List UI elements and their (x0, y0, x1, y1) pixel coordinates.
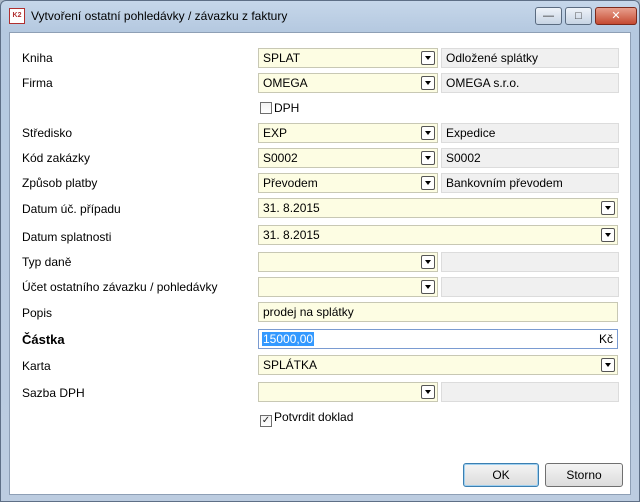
stredisko-value: EXP (263, 126, 288, 140)
maximize-button[interactable]: □ (565, 7, 592, 25)
firma-label: Firma (22, 76, 53, 90)
datum-uc-pripadu-value: 31. 8.2015 (263, 201, 320, 215)
dropdown-arrow-icon[interactable] (601, 201, 615, 215)
popis-input[interactable]: prodej na splátky (258, 302, 618, 322)
kniha-value: SPLAT (263, 51, 301, 65)
dph-checkbox[interactable]: DPH (260, 101, 299, 117)
ucet-label: Účet ostatního závazku / pohledávky (22, 280, 218, 294)
dropdown-arrow-icon[interactable] (421, 176, 435, 190)
checkbox-icon[interactable] (260, 102, 272, 114)
typ-dane-description (441, 252, 619, 272)
typ-dane-combo[interactable] (258, 252, 438, 272)
zpusob-platby-combo[interactable]: Převodem (258, 173, 438, 193)
castka-value: 15000,00 (262, 332, 315, 346)
checkmark-icon[interactable]: ✓ (260, 415, 272, 427)
firma-description: OMEGA s.r.o. (441, 73, 619, 93)
zpusob-platby-value: Převodem (263, 176, 318, 190)
kniha-combo[interactable]: SPLAT (258, 48, 438, 68)
kod-zakazky-label: Kód zakázky (22, 151, 91, 165)
dropdown-arrow-icon[interactable] (421, 151, 435, 165)
dropdown-arrow-icon[interactable] (421, 126, 435, 140)
zpusob-platby-description: Bankovním převodem (441, 173, 619, 193)
kod-zakazky-combo[interactable]: S0002 (258, 148, 438, 168)
dropdown-arrow-icon[interactable] (421, 76, 435, 90)
castka-label: Částka (22, 332, 65, 347)
dropdown-arrow-icon[interactable] (421, 280, 435, 294)
kod-zakazky-description: S0002 (441, 148, 619, 168)
app-icon: K2 (9, 8, 25, 24)
potvrdit-doklad-checkbox[interactable]: ✓ Potvrdit doklad (260, 410, 354, 427)
datum-uc-pripadu-date[interactable]: 31. 8.2015 (258, 198, 618, 218)
potvrdit-doklad-label: Potvrdit doklad (274, 410, 354, 424)
minimize-button[interactable]: — (535, 7, 562, 25)
datum-splatnosti-label: Datum splatnosti (22, 230, 112, 244)
dph-label: DPH (274, 101, 300, 115)
karta-combo[interactable]: SPLÁTKA (258, 355, 618, 375)
kod-zakazky-value: S0002 (263, 151, 298, 165)
typ-dane-label: Typ daně (22, 255, 72, 269)
karta-value: SPLÁTKA (263, 358, 318, 372)
ucet-description (441, 277, 619, 297)
stredisko-description: Expedice (441, 123, 619, 143)
stredisko-label: Středisko (22, 126, 73, 140)
dialog-window: K2 Vytvoření ostatní pohledávky / závazk… (0, 0, 640, 502)
castka-input[interactable]: 15000,00 Kč (258, 329, 618, 349)
title-bar[interactable]: K2 Vytvoření ostatní pohledávky / závazk… (1, 1, 639, 31)
window-title: Vytvoření ostatní pohledávky / závazku z… (31, 9, 288, 23)
karta-label: Karta (22, 359, 51, 373)
datum-splatnosti-value: 31. 8.2015 (263, 228, 320, 242)
kniha-label: Kniha (22, 51, 53, 65)
datum-uc-pripadu-label: Datum úč. případu (22, 202, 121, 216)
popis-value: prodej na splátky (263, 305, 354, 319)
close-button[interactable]: ✕ (595, 7, 637, 25)
firma-combo[interactable]: OMEGA (258, 73, 438, 93)
form-panel: Kniha SPLAT Odložené splátky Firma OMEGA… (9, 32, 631, 495)
firma-value: OMEGA (263, 76, 308, 90)
dropdown-arrow-icon[interactable] (601, 228, 615, 242)
dropdown-arrow-icon[interactable] (421, 51, 435, 65)
datum-splatnosti-date[interactable]: 31. 8.2015 (258, 225, 618, 245)
dropdown-arrow-icon[interactable] (421, 255, 435, 269)
ok-button[interactable]: OK (463, 463, 539, 487)
kniha-description: Odložené splátky (441, 48, 619, 68)
storno-button[interactable]: Storno (545, 463, 623, 487)
sazba-dph-combo[interactable] (258, 382, 438, 402)
sazba-dph-description (441, 382, 619, 402)
dropdown-arrow-icon[interactable] (601, 358, 615, 372)
sazba-dph-label: Sazba DPH (22, 386, 85, 400)
zpusob-platby-label: Způsob platby (22, 176, 98, 190)
dropdown-arrow-icon[interactable] (421, 385, 435, 399)
stredisko-combo[interactable]: EXP (258, 123, 438, 143)
ucet-combo[interactable] (258, 277, 438, 297)
castka-currency: Kč (598, 332, 613, 346)
popis-label: Popis (22, 306, 53, 320)
